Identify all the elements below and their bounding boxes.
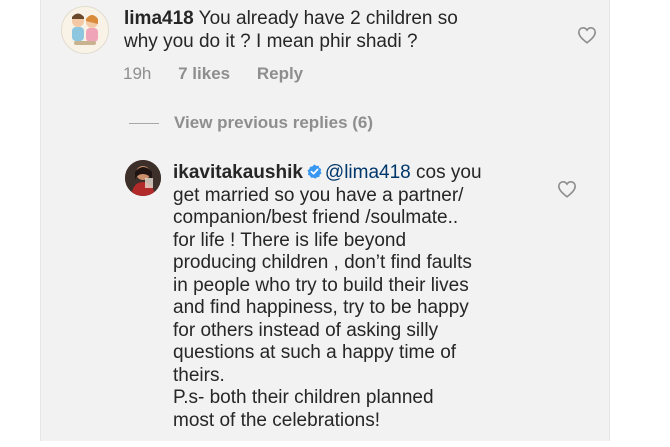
comment-username[interactable]: ikavitakaushik [173,162,303,183]
avatar-illustration [62,7,108,53]
comment-postscript: P.s- both their children planned most of… [173,387,434,431]
heart-outline-icon[interactable] [557,180,577,198]
comment-text: lima418 You already have 2 children so w… [124,8,524,53]
replies-divider [129,122,159,124]
comment-meta: 19h 7 likes Reply [123,64,325,84]
view-replies-label[interactable]: View previous replies (6) [174,113,373,133]
comment-likes[interactable]: 7 likes [178,64,230,83]
view-previous-replies[interactable]: View previous replies (6) [129,112,373,134]
verified-badge-icon [307,164,322,179]
avatar[interactable] [61,6,109,54]
comment-time: 19h [123,64,152,83]
comment-body-first-line: cos you [410,162,482,183]
comment-body: get married so you have a partner/ compa… [173,184,472,386]
comments-panel: lima418 You already have 2 children so w… [40,0,610,441]
heart-outline-icon[interactable] [577,26,597,44]
reply-button[interactable]: Reply [257,64,303,83]
comment-text: ikavitakaushik @lima418 cos you get marri… [173,162,553,432]
avatar[interactable] [125,160,161,196]
mention-link[interactable]: @lima418 [325,162,411,183]
comment-username[interactable]: lima418 [124,8,194,29]
avatar-photo [125,160,161,196]
